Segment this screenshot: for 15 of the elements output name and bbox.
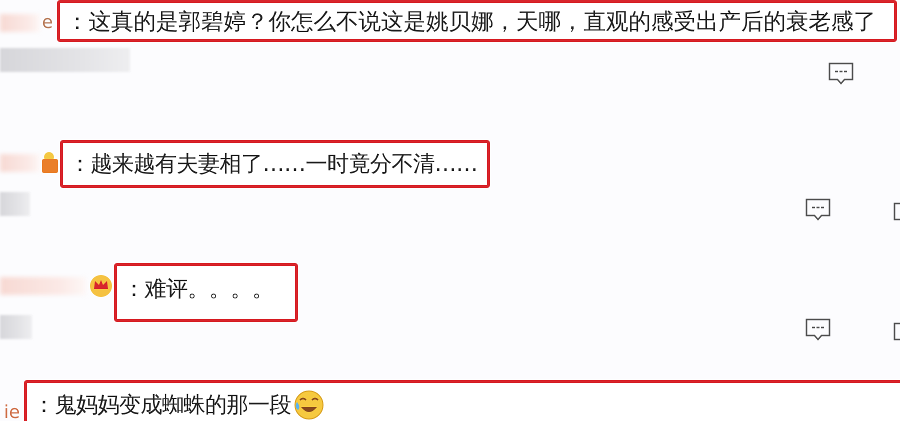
username[interactable]: e (42, 12, 57, 32)
blurred-timestamp (0, 192, 30, 216)
comment-text: ：鬼妈妈变成蜘蛛的那一段 (33, 392, 291, 420)
username[interactable]: ie (4, 402, 24, 421)
comment-text: ：难评。。。。 (123, 276, 274, 304)
comment-text: ：这真的是郭碧婷？你怎么不说这是姚贝娜，天哪，直观的感受出产后的衰老感了 (66, 8, 876, 36)
badge-icon (40, 150, 60, 174)
comment-icon[interactable] (828, 62, 854, 86)
comment-text: ：越来越有夫妻相了……一时竟分不清…… (69, 151, 478, 179)
comment-icon[interactable] (805, 318, 831, 342)
crown-icon (88, 272, 114, 298)
comment-icon[interactable] (805, 198, 831, 222)
blurred-timestamp (0, 315, 32, 339)
blurred-username (0, 14, 40, 32)
blurred-username (0, 154, 40, 172)
